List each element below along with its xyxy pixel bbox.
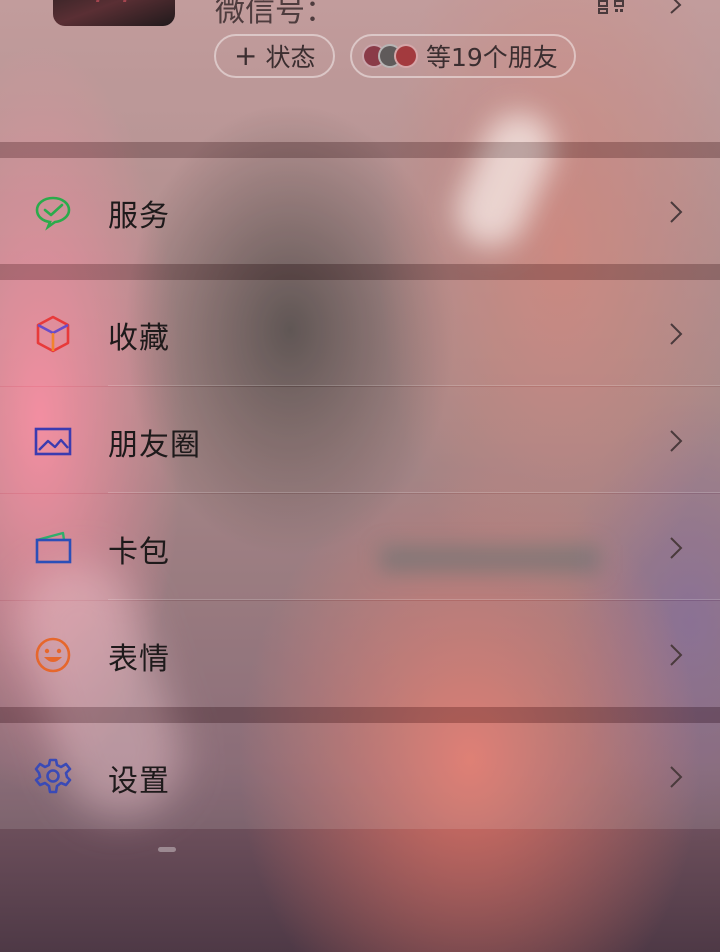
image-icon (34, 427, 72, 456)
profile-header[interactable]: 微信号： + 状态 等19个朋友 (0, 0, 720, 142)
menu-label-stickers: 表情 (108, 642, 170, 677)
friends-label: 等19个朋友 (426, 43, 558, 72)
qr-code-icon[interactable] (598, 0, 626, 14)
menu-item-cards[interactable]: 卡包 (0, 494, 720, 600)
chevron-right-icon (670, 644, 683, 666)
section-separator (0, 264, 720, 280)
friend-avatars (362, 44, 418, 68)
row-divider (108, 599, 720, 600)
status-button-label: 状态 (265, 43, 316, 72)
cube-icon (36, 315, 70, 353)
menu-item-moments[interactable]: 朋友圈 (0, 387, 720, 493)
wallet-icon (35, 531, 72, 564)
wechat-pay-check-icon (35, 196, 71, 231)
gear-icon (34, 758, 72, 794)
avatar-art (96, 0, 130, 2)
menu-label-settings: 设置 (108, 764, 170, 799)
menu-label-services: 服务 (108, 199, 170, 234)
chevron-right-icon (670, 766, 683, 788)
chevron-right-icon (670, 0, 682, 14)
menu-label-cards: 卡包 (108, 535, 170, 570)
menu-item-stickers[interactable]: 表情 (0, 601, 720, 707)
add-status-button[interactable]: + 状态 (214, 34, 336, 78)
chevron-right-icon (670, 430, 683, 452)
chevron-right-icon (670, 201, 683, 223)
friends-status-button[interactable]: 等19个朋友 (350, 34, 576, 78)
profile-avatar[interactable] (53, 0, 175, 26)
row-divider (108, 385, 720, 386)
wechat-id-label: 微信号： (215, 0, 335, 29)
row-divider (108, 492, 720, 493)
smiley-icon (35, 637, 71, 673)
menu-label-moments: 朋友圈 (108, 428, 201, 463)
section-separator (0, 707, 720, 723)
menu-label-favorites: 收藏 (108, 321, 170, 356)
section-separator (0, 142, 720, 158)
chevron-right-icon (670, 537, 683, 559)
plus-icon: + (234, 39, 258, 72)
menu-item-services[interactable]: 服务 (0, 158, 720, 264)
chevron-right-icon (670, 323, 683, 345)
menu-item-favorites[interactable]: 收藏 (0, 280, 720, 386)
scroll-indicator (158, 847, 176, 852)
menu-item-settings[interactable]: 设置 (0, 723, 720, 829)
friend-avatar (394, 44, 418, 68)
